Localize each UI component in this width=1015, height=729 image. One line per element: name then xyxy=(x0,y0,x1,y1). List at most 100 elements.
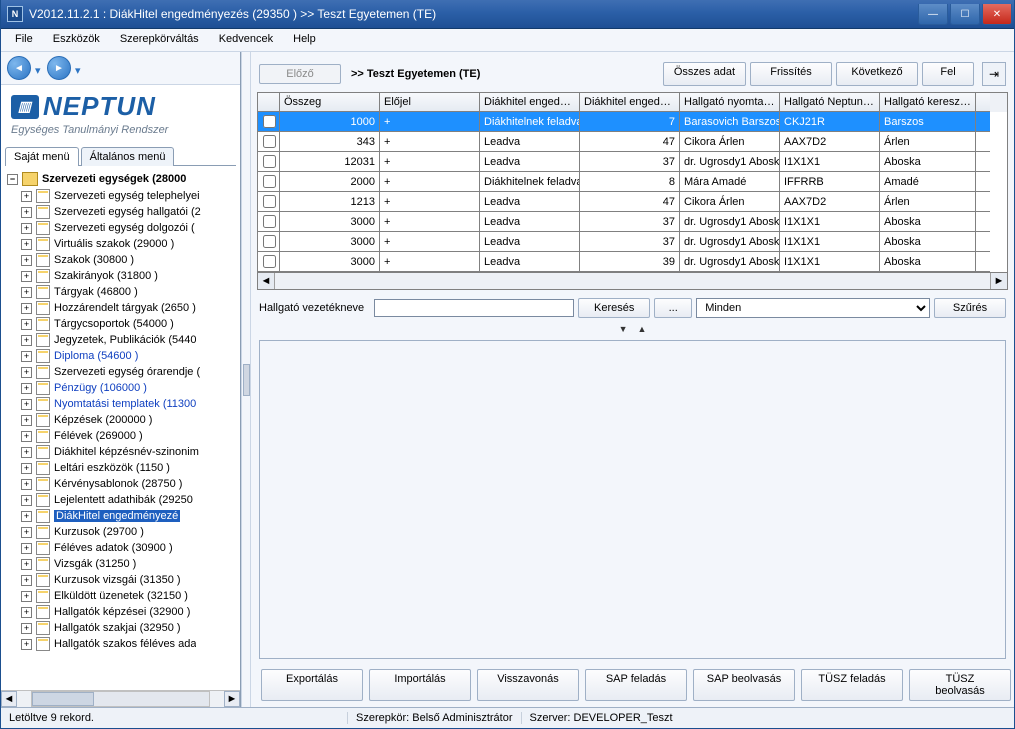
expand-icon[interactable]: + xyxy=(21,335,32,346)
export-button[interactable]: Exportálás xyxy=(261,669,363,701)
col-status2[interactable]: Diákhitel engedm... xyxy=(580,93,680,112)
tree-item[interactable]: +Tárgycsoportok (54000 ) xyxy=(19,316,240,332)
menu-roles[interactable]: Szerepkörváltás xyxy=(110,29,209,51)
tree-root[interactable]: − Szervezeti egységek (28000 xyxy=(5,170,240,188)
nav-back-drop-icon[interactable]: ▾ xyxy=(35,64,43,72)
row-checkbox[interactable] xyxy=(263,195,276,208)
close-button[interactable]: ✕ xyxy=(982,4,1012,25)
row-checkbox[interactable] xyxy=(263,175,276,188)
tab-general-menu[interactable]: Általános menü xyxy=(81,147,175,166)
row-checkbox[interactable] xyxy=(263,255,276,268)
scroll-left-icon[interactable]: ◄ xyxy=(1,691,17,707)
row-checkbox-cell[interactable] xyxy=(258,132,280,152)
table-row[interactable]: 12031+Leadva37dr. Ugrosdy1 AboskaI1X1X1A… xyxy=(258,152,1007,172)
expand-icon[interactable]: + xyxy=(21,351,32,362)
expand-icon[interactable]: + xyxy=(21,639,32,650)
tree-item[interactable]: +Szervezeti egység hallgatói (2 xyxy=(19,204,240,220)
expand-icon[interactable]: + xyxy=(21,239,32,250)
sap-read-button[interactable]: SAP beolvasás xyxy=(693,669,795,701)
tree-item[interactable]: +Félévek (269000 ) xyxy=(19,428,240,444)
filter-select[interactable]: Minden xyxy=(696,298,930,318)
grid-hscroll[interactable]: ◄ ► xyxy=(258,272,1007,289)
tree-item[interactable]: +Szervezeti egység órarendje ( xyxy=(19,364,240,380)
up-button[interactable]: Fel xyxy=(922,62,974,86)
row-checkbox[interactable] xyxy=(263,115,276,128)
expand-icon[interactable]: + xyxy=(21,303,32,314)
tree-item[interactable]: +DiákHitel engedményezé xyxy=(19,508,240,524)
tree-item[interactable]: +Pénzügy (106000 ) xyxy=(19,380,240,396)
expand-icon[interactable]: + xyxy=(21,255,32,266)
tree-item[interactable]: +Szakirányok (31800 ) xyxy=(19,268,240,284)
expand-icon[interactable]: + xyxy=(21,447,32,458)
menu-help[interactable]: Help xyxy=(283,29,326,51)
expand-icon[interactable]: + xyxy=(21,207,32,218)
tree-item[interactable]: +Szervezeti egység telephelyei xyxy=(19,188,240,204)
expand-icon[interactable]: + xyxy=(21,495,32,506)
search-button[interactable]: Keresés xyxy=(578,298,650,318)
col-neptun[interactable]: Hallgató Neptun ... xyxy=(780,93,880,112)
tree-item[interactable]: +Hallgatók szakos féléves ada xyxy=(19,636,240,652)
splitter[interactable] xyxy=(241,52,251,707)
tree-item[interactable]: +Hozzárendelt tárgyak (2650 ) xyxy=(19,300,240,316)
col-status1[interactable]: Diákhitel engedm... xyxy=(480,93,580,112)
tree-item[interactable]: +Lejelentett adathibák (29250 xyxy=(19,492,240,508)
expand-icon[interactable]: + xyxy=(21,623,32,634)
table-row[interactable]: 3000+Leadva39dr. Ugrosdy1 AboskaI1X1X1Ab… xyxy=(258,252,1007,272)
expand-icon[interactable]: + xyxy=(21,559,32,570)
expand-icon[interactable]: + xyxy=(21,591,32,602)
table-row[interactable]: 343+Leadva47Cikora ÁrlenAAX7D2Árlen xyxy=(258,132,1007,152)
tree-item[interactable]: +Kurzusok vizsgái (31350 ) xyxy=(19,572,240,588)
expand-icon[interactable]: + xyxy=(21,287,32,298)
col-sum[interactable]: Összeg xyxy=(280,93,380,112)
row-checkbox-cell[interactable] xyxy=(258,252,280,272)
next-button[interactable]: Következő xyxy=(836,62,918,86)
table-row[interactable]: 2000+Diákhitelnek feladva8Mára AmadéIFFR… xyxy=(258,172,1007,192)
pin-button[interactable]: ⇥ xyxy=(982,62,1006,86)
expand-icon[interactable]: + xyxy=(21,575,32,586)
expand-icon[interactable]: + xyxy=(21,607,32,618)
tree-item[interactable]: +Szervezeti egység dolgozói ( xyxy=(19,220,240,236)
tree-item[interactable]: +Diploma (54600 ) xyxy=(19,348,240,364)
tab-own-menu[interactable]: Saját menü xyxy=(5,147,79,166)
expand-icon[interactable]: + xyxy=(21,319,32,330)
expand-icon[interactable]: + xyxy=(21,191,32,202)
table-row[interactable]: 1213+Leadva47Cikora ÁrlenAAX7D2Árlen xyxy=(258,192,1007,212)
tree-item[interactable]: +Hallgatók képzései (32900 ) xyxy=(19,604,240,620)
expand-icon[interactable]: + xyxy=(21,415,32,426)
grid-scroll-track[interactable] xyxy=(275,273,990,289)
table-row[interactable]: 1000+Diákhitelnek feladva7Barasovich Bar… xyxy=(258,112,1007,132)
tree-item[interactable]: +Diákhitel képzésnév-szinonim xyxy=(19,444,240,460)
tree-item[interactable]: +Hallgatók szakjai (32950 ) xyxy=(19,620,240,636)
tree-item[interactable]: +Kurzusok (29700 ) xyxy=(19,524,240,540)
tree-item[interactable]: +Nyomtatási templatek (11300 xyxy=(19,396,240,412)
tree-item[interactable]: +Vizsgák (31250 ) xyxy=(19,556,240,572)
row-checkbox-cell[interactable] xyxy=(258,212,280,232)
tree-item[interactable]: +Elküldött üzenetek (32150 ) xyxy=(19,588,240,604)
expand-icon[interactable]: + xyxy=(21,463,32,474)
panel-resize-grip[interactable]: ▼ ▲ xyxy=(257,324,1008,334)
menu-favs[interactable]: Kedvencek xyxy=(209,29,283,51)
scroll-track[interactable] xyxy=(31,691,210,707)
expand-icon[interactable]: + xyxy=(21,527,32,538)
expand-icon[interactable]: + xyxy=(21,271,32,282)
col-firstname[interactable]: Hallgató keresztn... xyxy=(880,93,976,112)
expand-icon[interactable]: + xyxy=(21,367,32,378)
tree-item[interactable]: +Virtuális szakok (29000 ) xyxy=(19,236,240,252)
undo-button[interactable]: Visszavonás xyxy=(477,669,579,701)
expand-icon[interactable]: + xyxy=(21,479,32,490)
minimize-button[interactable]: — xyxy=(918,4,948,25)
tree-item[interactable]: +Jegyzetek, Publikációk (5440 xyxy=(19,332,240,348)
prev-button[interactable]: Előző xyxy=(259,64,341,84)
nav-forward-button[interactable]: ► xyxy=(47,56,71,80)
row-checkbox-cell[interactable] xyxy=(258,152,280,172)
table-row[interactable]: 3000+Leadva37dr. Ugrosdy1 AboskaI1X1X1Ab… xyxy=(258,212,1007,232)
collapse-icon[interactable]: − xyxy=(7,174,18,185)
expand-icon[interactable]: + xyxy=(21,383,32,394)
table-row[interactable]: 3000+Leadva37dr. Ugrosdy1 AboskaI1X1X1Ab… xyxy=(258,232,1007,252)
grid-scroll-right-icon[interactable]: ► xyxy=(990,273,1007,289)
tusz-read-button[interactable]: TÜSZ beolvasás xyxy=(909,669,1011,701)
expand-icon[interactable]: + xyxy=(21,511,32,522)
col-name[interactable]: Hallgató nyomtatá... xyxy=(680,93,780,112)
tree-item[interactable]: +Leltári eszközök (1150 ) xyxy=(19,460,240,476)
maximize-button[interactable]: ☐ xyxy=(950,4,980,25)
